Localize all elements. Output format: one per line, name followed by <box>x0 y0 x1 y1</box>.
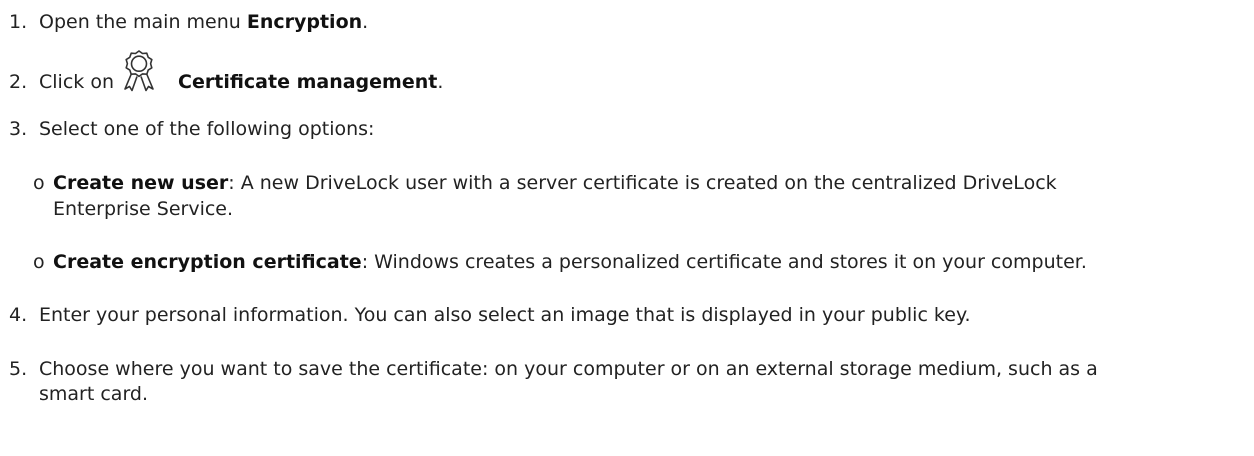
step-text: Choose where you want to save the certif… <box>39 358 1098 380</box>
bullet: o <box>33 251 45 273</box>
step-5-continued: smart card. <box>39 383 149 405</box>
step-3: 3. Select one of the following options: <box>9 117 374 141</box>
bullet: o <box>33 172 45 194</box>
step-text: Select one of the following options: <box>39 118 375 140</box>
menu-item-certificate-management: Certificate management <box>178 71 438 93</box>
step-text: Open the main menu <box>39 11 247 33</box>
option-create-encryption-certificate: o Create encryption certificate: Windows … <box>33 250 1087 274</box>
option-description-continued: Enterprise Service. <box>53 198 234 220</box>
option-title: Create new user <box>53 172 229 194</box>
step-4: 4. Enter your personal information. You c… <box>9 303 971 327</box>
step-number: 4. <box>9 304 28 326</box>
instructions-page: 1. Open the main menu Encryption. 2. Click… <box>0 0 1254 456</box>
step-number: 2. <box>9 71 28 93</box>
option-description: : A new DriveLock user with a server cer… <box>228 172 1057 194</box>
menu-name-encryption: Encryption <box>246 11 363 33</box>
option-create-new-user: o Create new user: A new DriveLock user w… <box>33 171 1057 195</box>
step-number: 1. <box>9 11 28 33</box>
step-punctuation: . <box>437 71 444 93</box>
step-punctuation: . <box>362 11 369 33</box>
option-description: : Windows creates a personalized certifi… <box>361 251 1087 273</box>
step-2: 2. Click on Certificate management. <box>9 70 443 94</box>
step-text: Enter your personal information. You can… <box>39 304 971 326</box>
step-1: 1. Open the main menu Encryption. <box>9 10 368 34</box>
option-title: Create encryption certificate <box>53 251 362 273</box>
step-number: 3. <box>9 118 28 140</box>
step-number: 5. <box>9 358 28 380</box>
step-text: Click on <box>39 71 121 93</box>
step-5: 5. Choose where you want to save the cert… <box>9 357 1098 381</box>
